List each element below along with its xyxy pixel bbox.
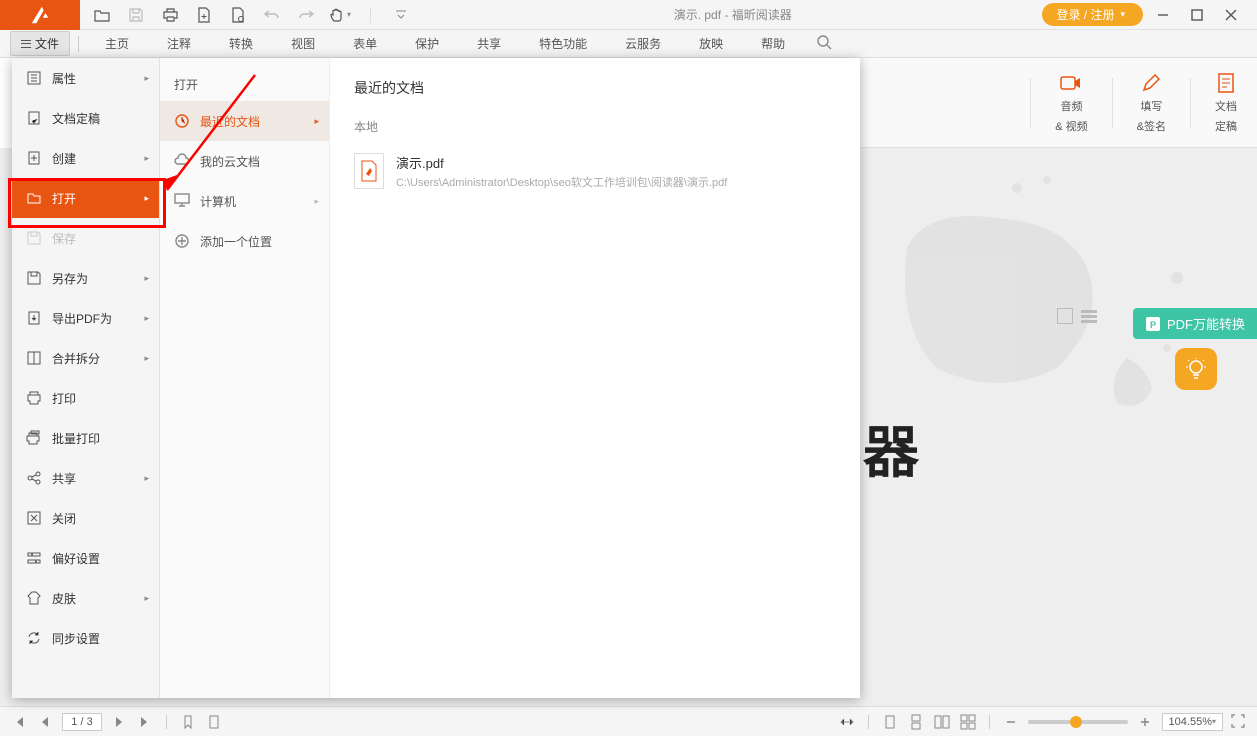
zoom-out-icon[interactable] bbox=[1002, 713, 1020, 731]
app-logo bbox=[0, 0, 80, 30]
tab-form[interactable]: 表单 bbox=[335, 29, 395, 58]
thumbnail-view-icon[interactable] bbox=[1057, 308, 1073, 324]
tab-home[interactable]: 主页 bbox=[87, 29, 147, 58]
close-icon[interactable] bbox=[1223, 7, 1239, 23]
tips-button[interactable] bbox=[1175, 348, 1217, 390]
single-page-icon[interactable] bbox=[881, 713, 899, 731]
fm-export[interactable]: 导出PDF为▸ bbox=[12, 298, 159, 338]
fm-saveas[interactable]: 另存为▸ bbox=[12, 258, 159, 298]
list-view-icon[interactable] bbox=[1081, 308, 1097, 324]
fm-print[interactable]: 打印 bbox=[12, 378, 159, 418]
fm-properties[interactable]: 属性▸ bbox=[12, 58, 159, 98]
first-page-icon[interactable] bbox=[10, 713, 28, 731]
window-controls bbox=[1155, 7, 1257, 23]
next-page-icon[interactable] bbox=[110, 713, 128, 731]
fm-batch-print[interactable]: 批量打印 bbox=[12, 418, 159, 458]
tab-feature[interactable]: 特色功能 bbox=[521, 29, 605, 58]
size-icon[interactable] bbox=[838, 713, 856, 731]
audio-video-button[interactable]: 音频& 视频 bbox=[1055, 72, 1087, 134]
zoom-in-icon[interactable] bbox=[1136, 713, 1154, 731]
zoom-slider[interactable] bbox=[1028, 720, 1128, 724]
file-menu-column3: 最近的文档 本地 演示.pdf C:\Users\Administrator\D… bbox=[330, 58, 860, 698]
last-page-icon[interactable] bbox=[136, 713, 154, 731]
continuous-facing-icon[interactable] bbox=[959, 713, 977, 731]
tab-convert[interactable]: 转换 bbox=[211, 29, 271, 58]
fm-close[interactable]: 关闭 bbox=[12, 498, 159, 538]
titlebar: ▾ 演示. pdf - 福昕阅读器 登录 / 注册▾ bbox=[0, 0, 1257, 30]
attachment-icon[interactable] bbox=[205, 713, 223, 731]
tab-view[interactable]: 视图 bbox=[273, 29, 333, 58]
pdf-file-icon bbox=[354, 153, 384, 189]
pdf-convert-banner[interactable]: P PDF万能转换 bbox=[1133, 308, 1257, 339]
tab-protect[interactable]: 保护 bbox=[397, 29, 457, 58]
tab-cloud[interactable]: 云服务 bbox=[607, 29, 679, 58]
col2-header: 打开 bbox=[160, 68, 329, 101]
col3-sub: 本地 bbox=[354, 118, 836, 135]
fm-save: 保存 bbox=[12, 218, 159, 258]
redo-icon[interactable] bbox=[298, 7, 314, 23]
ribbon-tabs: 文件 主页 注释 转换 视图 表单 保护 共享 特色功能 云服务 放映 帮助 bbox=[0, 30, 1257, 58]
tab-help[interactable]: 帮助 bbox=[743, 29, 803, 58]
tab-slideshow[interactable]: 放映 bbox=[681, 29, 741, 58]
col3-heading: 最近的文档 bbox=[354, 78, 836, 98]
facing-icon[interactable] bbox=[933, 713, 951, 731]
hand-icon[interactable]: ▾ bbox=[332, 7, 348, 23]
print-icon[interactable] bbox=[162, 7, 178, 23]
fill-sign-button[interactable]: 填写&签名 bbox=[1137, 72, 1166, 134]
prev-page-icon[interactable] bbox=[36, 713, 54, 731]
bookmark-icon[interactable] bbox=[179, 713, 197, 731]
fullscreen-icon[interactable] bbox=[1231, 714, 1247, 730]
fm-preferences[interactable]: 偏好设置 bbox=[12, 538, 159, 578]
fm-merge[interactable]: 合并拆分▸ bbox=[12, 338, 159, 378]
svg-text:P: P bbox=[1150, 320, 1156, 330]
search-icon[interactable] bbox=[805, 31, 844, 57]
recent-file-name: 演示.pdf bbox=[396, 153, 727, 172]
fm-finalize[interactable]: 文档定稿 bbox=[12, 98, 159, 138]
fm-skin[interactable]: 皮肤▸ bbox=[12, 578, 159, 618]
login-button[interactable]: 登录 / 注册▾ bbox=[1042, 3, 1143, 26]
fm-sync[interactable]: 同步设置 bbox=[12, 618, 159, 658]
fm-open[interactable]: 打开▸ bbox=[12, 178, 159, 218]
save-icon[interactable] bbox=[128, 7, 144, 23]
open-icon[interactable] bbox=[94, 7, 110, 23]
zoom-value[interactable]: 104.55%▾ bbox=[1162, 713, 1223, 731]
statusbar: 1 / 3 104.55%▾ bbox=[0, 706, 1257, 736]
window-title: 演示. pdf - 福昕阅读器 bbox=[423, 6, 1042, 23]
view-toggle-icons bbox=[1057, 308, 1097, 324]
fm2-add-location[interactable]: 添加一个位置 bbox=[160, 221, 329, 261]
quick-access-toolbar: ▾ bbox=[80, 7, 423, 23]
fm2-computer[interactable]: 计算机▸ bbox=[160, 181, 329, 221]
file-menu: 属性▸ 文档定稿 创建▸ 打开▸ 保存 另存为▸ 导出PDF为▸ 合并拆分▸ 打… bbox=[12, 58, 860, 698]
fm-create[interactable]: 创建▸ bbox=[12, 138, 159, 178]
dropdown-icon[interactable] bbox=[393, 7, 409, 23]
ribbon-groups-right: 音频& 视频 填写&签名 文档定稿 bbox=[860, 58, 1257, 148]
minimize-icon[interactable] bbox=[1155, 7, 1171, 23]
page-indicator[interactable]: 1 / 3 bbox=[62, 713, 102, 731]
tab-share[interactable]: 共享 bbox=[459, 29, 519, 58]
undo-icon[interactable] bbox=[264, 7, 280, 23]
recent-file-item[interactable]: 演示.pdf C:\Users\Administrator\Desktop\se… bbox=[354, 147, 836, 196]
fm-share[interactable]: 共享▸ bbox=[12, 458, 159, 498]
maximize-icon[interactable] bbox=[1189, 7, 1205, 23]
fm2-recent[interactable]: 最近的文档▸ bbox=[160, 101, 329, 141]
file-menu-button[interactable]: 文件 bbox=[10, 31, 70, 56]
bg-large-text: 器 bbox=[863, 408, 917, 489]
new-doc-icon[interactable] bbox=[196, 7, 212, 23]
file-menu-column1: 属性▸ 文档定稿 创建▸ 打开▸ 保存 另存为▸ 导出PDF为▸ 合并拆分▸ 打… bbox=[12, 58, 160, 698]
continuous-icon[interactable] bbox=[907, 713, 925, 731]
file-menu-column2: 打开 最近的文档▸ 我的云文档 计算机▸ 添加一个位置 bbox=[160, 58, 330, 698]
fm2-cloud[interactable]: 我的云文档 bbox=[160, 141, 329, 181]
doc-finalize-button[interactable]: 文档定稿 bbox=[1215, 72, 1237, 134]
tab-annotate[interactable]: 注释 bbox=[149, 29, 209, 58]
new-doc2-icon[interactable] bbox=[230, 7, 246, 23]
recent-file-path: C:\Users\Administrator\Desktop\seo软文工作培训… bbox=[396, 174, 727, 190]
